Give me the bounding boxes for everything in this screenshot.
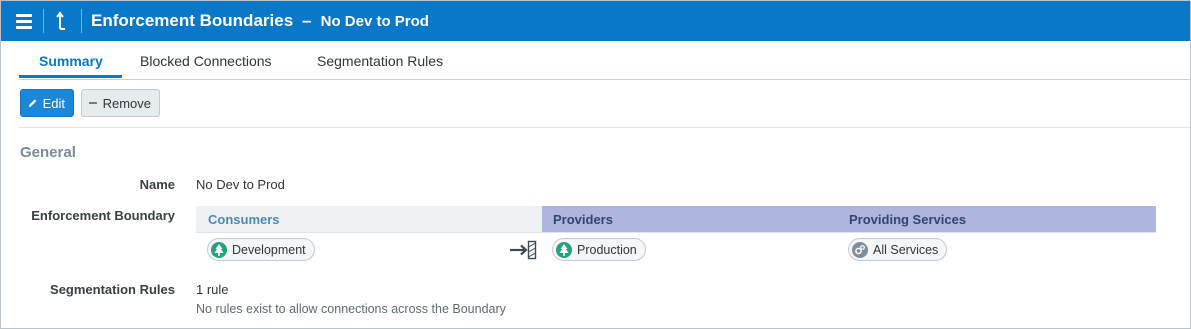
segmentation-rules-note: No rules exist to allow connections acro… (196, 302, 506, 316)
enforcement-boundary-label: Enforcement Boundary (31, 208, 175, 223)
page-frame: Enforcement Boundaries – No Dev to Prod Su… (0, 0, 1191, 329)
menu-line (16, 20, 32, 23)
consumer-label-text: Development (232, 242, 306, 257)
segmentation-rules-label: Segmentation Rules (50, 282, 175, 297)
page-title: Enforcement Boundaries – No Dev to Prod (91, 11, 429, 31)
navigate-up-button[interactable] (53, 9, 75, 33)
segmentation-rules-count: 1 rule (196, 282, 229, 297)
page-title-text: Enforcement Boundaries (91, 11, 294, 30)
menu-line (16, 26, 32, 29)
service-pill-text: All Services (873, 242, 939, 257)
consumer-label-pill[interactable]: Development (207, 238, 315, 261)
edit-button-label: Edit (42, 95, 65, 111)
menu-line (16, 14, 32, 17)
service-pill[interactable]: All Services (848, 238, 948, 261)
header-divider (43, 9, 44, 33)
header-divider (81, 9, 82, 33)
name-value: No Dev to Prod (196, 177, 285, 192)
tree-icon (211, 241, 227, 258)
edit-button[interactable]: Edit (20, 89, 74, 117)
active-tab-indicator (19, 75, 122, 78)
tab-summary[interactable]: Summary (39, 53, 103, 69)
minus-icon (89, 102, 97, 104)
hamburger-menu-button[interactable] (13, 10, 35, 32)
consumers-header: Consumers (208, 212, 280, 227)
name-label: Name (139, 177, 175, 192)
section-title-general: General (20, 144, 76, 161)
pencil-icon (28, 99, 37, 107)
title-separator: – (302, 11, 312, 30)
tab-segmentation-rules[interactable]: Segmentation Rules (317, 53, 443, 69)
remove-button[interactable]: Remove (81, 89, 160, 117)
provider-label-text: Production (577, 242, 637, 257)
boundary-row-divider (196, 232, 1156, 233)
gears-icon (852, 241, 868, 258)
tab-blocked-connections[interactable]: Blocked Connections (140, 53, 272, 69)
level-up-icon (56, 11, 65, 30)
header-bar: Enforcement Boundaries – No Dev to Prod (1, 1, 1190, 41)
tab-bar: Summary Blocked Connections Segmentation… (19, 42, 1190, 80)
remove-button-label: Remove (102, 95, 151, 111)
toolbar-divider (19, 127, 1190, 128)
providers-header: Providers (553, 212, 613, 227)
providing-services-header: Providing Services (849, 212, 967, 227)
provider-label-pill[interactable]: Production (552, 238, 646, 261)
blocked-arrow-icon (510, 240, 537, 260)
tree-icon (556, 241, 572, 258)
page-subtitle: No Dev to Prod (320, 13, 429, 30)
